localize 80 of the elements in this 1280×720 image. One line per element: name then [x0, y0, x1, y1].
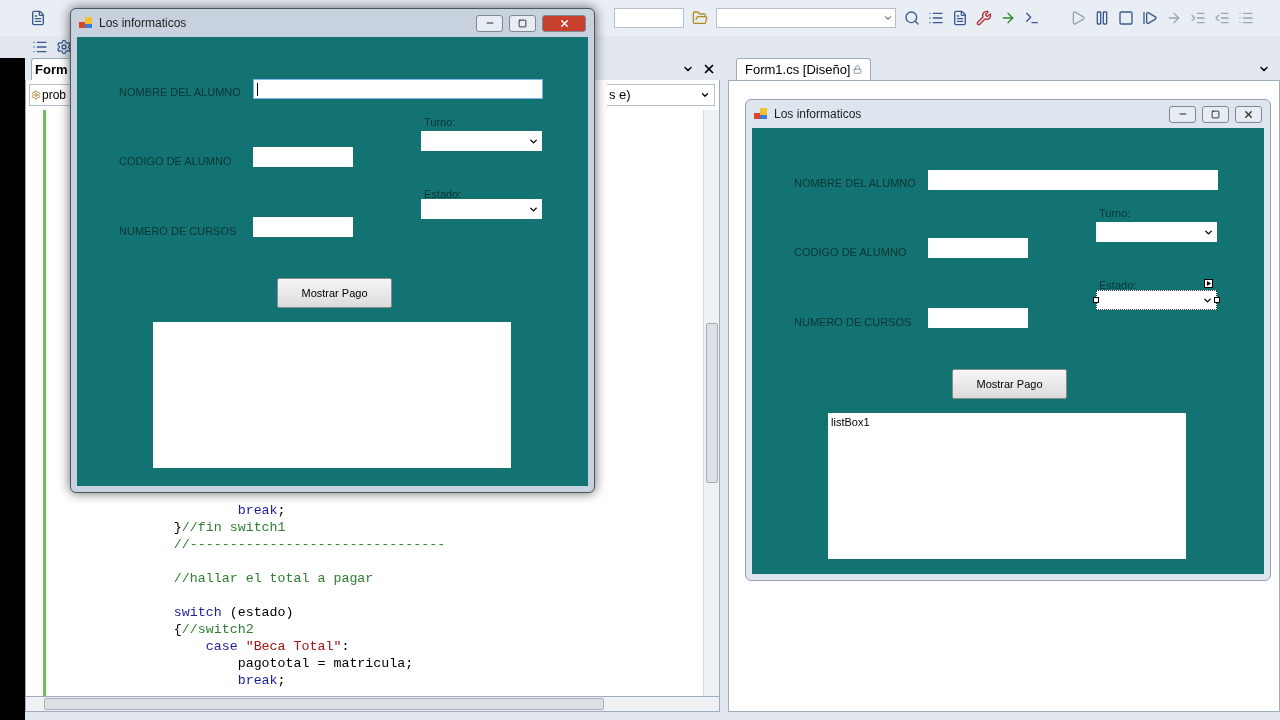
show-payment-button[interactable]: Mostrar Pago	[952, 369, 1067, 399]
list-icon[interactable]	[32, 39, 48, 55]
code-line: break;	[236, 502, 287, 519]
code-line: case "Beca Total":	[204, 638, 351, 655]
outdent-icon[interactable]	[1214, 10, 1230, 26]
dropdown-field[interactable]	[1096, 222, 1217, 242]
dropdown-field[interactable]	[421, 131, 542, 151]
text-field[interactable]	[253, 79, 543, 99]
maximize-button[interactable]	[509, 14, 536, 32]
close-icon	[1243, 108, 1254, 120]
window-title-bar[interactable]: Los informaticos	[752, 100, 1264, 128]
code-line: switch (estado)	[172, 604, 295, 621]
dropdown-field[interactable]	[421, 199, 542, 219]
designer-tab[interactable]: Form1.cs [Diseño]	[736, 58, 872, 80]
text-caret-icon	[257, 82, 258, 96]
close-icon	[558, 17, 570, 29]
close-icon[interactable]	[702, 62, 716, 76]
text-field[interactable]	[928, 238, 1028, 258]
caret-icon	[700, 90, 710, 100]
horizontal-scrollbar[interactable]	[25, 696, 720, 712]
code-line: //--------------------------------	[172, 536, 447, 553]
combo-box[interactable]	[614, 8, 684, 28]
editor-tab[interactable]: Form	[31, 58, 69, 80]
close-button[interactable]	[542, 14, 586, 32]
code-line: }//fin switch1	[172, 519, 287, 536]
indent-icon[interactable]	[1190, 10, 1206, 26]
text-field[interactable]	[253, 147, 353, 167]
app-icon	[754, 108, 768, 120]
list-item[interactable]: listBox1	[831, 414, 1183, 431]
text-field[interactable]	[928, 170, 1218, 190]
field-label: Estado:	[424, 188, 462, 200]
combo-box[interactable]	[716, 8, 896, 28]
restart-icon[interactable]	[1142, 10, 1158, 26]
app-icon	[79, 17, 93, 29]
resize-handle[interactable]	[1214, 297, 1220, 303]
code-line: pagototal = matricula;	[236, 655, 415, 672]
stop-icon[interactable]	[1118, 10, 1134, 26]
field-label: CODIGO DE ALUMNO	[794, 246, 907, 258]
smart-tag-icon[interactable]	[1204, 279, 1213, 288]
play-icon[interactable]	[1070, 10, 1086, 26]
field-label: NOMBRE DEL ALUMNO	[119, 86, 241, 98]
code-line: break;	[236, 672, 287, 689]
maximize-icon	[1211, 109, 1220, 119]
field-label: Turno:	[1099, 207, 1131, 219]
list-box[interactable]: listBox1	[828, 413, 1186, 559]
minimize-button[interactable]	[476, 14, 503, 32]
minimize-button[interactable]	[1169, 105, 1196, 123]
search-icon[interactable]	[904, 10, 920, 26]
form-icon[interactable]	[952, 10, 968, 26]
vertical-scrollbar[interactable]	[703, 110, 719, 696]
field-label: NUMERO DE CURSOS	[119, 225, 237, 237]
window-icon[interactable]	[1024, 10, 1040, 26]
close-button[interactable]	[1235, 105, 1262, 123]
window-title: Los informaticos	[774, 106, 862, 123]
code-line: {//switch2	[172, 621, 255, 638]
window-title: Los informaticos	[99, 15, 187, 32]
dropdown-field[interactable]: s e)	[607, 84, 715, 106]
field-label: Estado:	[1099, 279, 1137, 291]
window-title-bar[interactable]: Los informaticos	[77, 9, 588, 37]
text-field[interactable]	[928, 308, 1028, 328]
show-payment-button[interactable]: Mostrar Pago	[277, 278, 392, 308]
resize-handle[interactable]	[1093, 297, 1099, 303]
dropdown-field[interactable]	[1096, 290, 1217, 310]
document-icon[interactable]	[30, 10, 46, 26]
lock-icon	[853, 65, 863, 74]
text-field[interactable]	[253, 217, 353, 237]
properties-icon[interactable]	[928, 10, 944, 26]
code-line: //hallar el total a pagar	[172, 570, 375, 587]
class-icon	[31, 90, 41, 100]
field-label: CODIGO DE ALUMNO	[119, 155, 232, 167]
field-label: NUMERO DE CURSOS	[794, 316, 912, 328]
tools-icon[interactable]	[976, 10, 992, 26]
field-label: Turno:	[424, 116, 456, 128]
folder-icon[interactable]	[692, 10, 708, 26]
field-label: NOMBRE DEL ALUMNO	[794, 177, 916, 189]
settings-icon[interactable]	[56, 39, 72, 55]
maximize-button[interactable]	[1202, 105, 1229, 123]
arrow-icon[interactable]	[1166, 10, 1182, 26]
pause-icon[interactable]	[1094, 10, 1110, 26]
maximize-icon	[518, 18, 527, 28]
